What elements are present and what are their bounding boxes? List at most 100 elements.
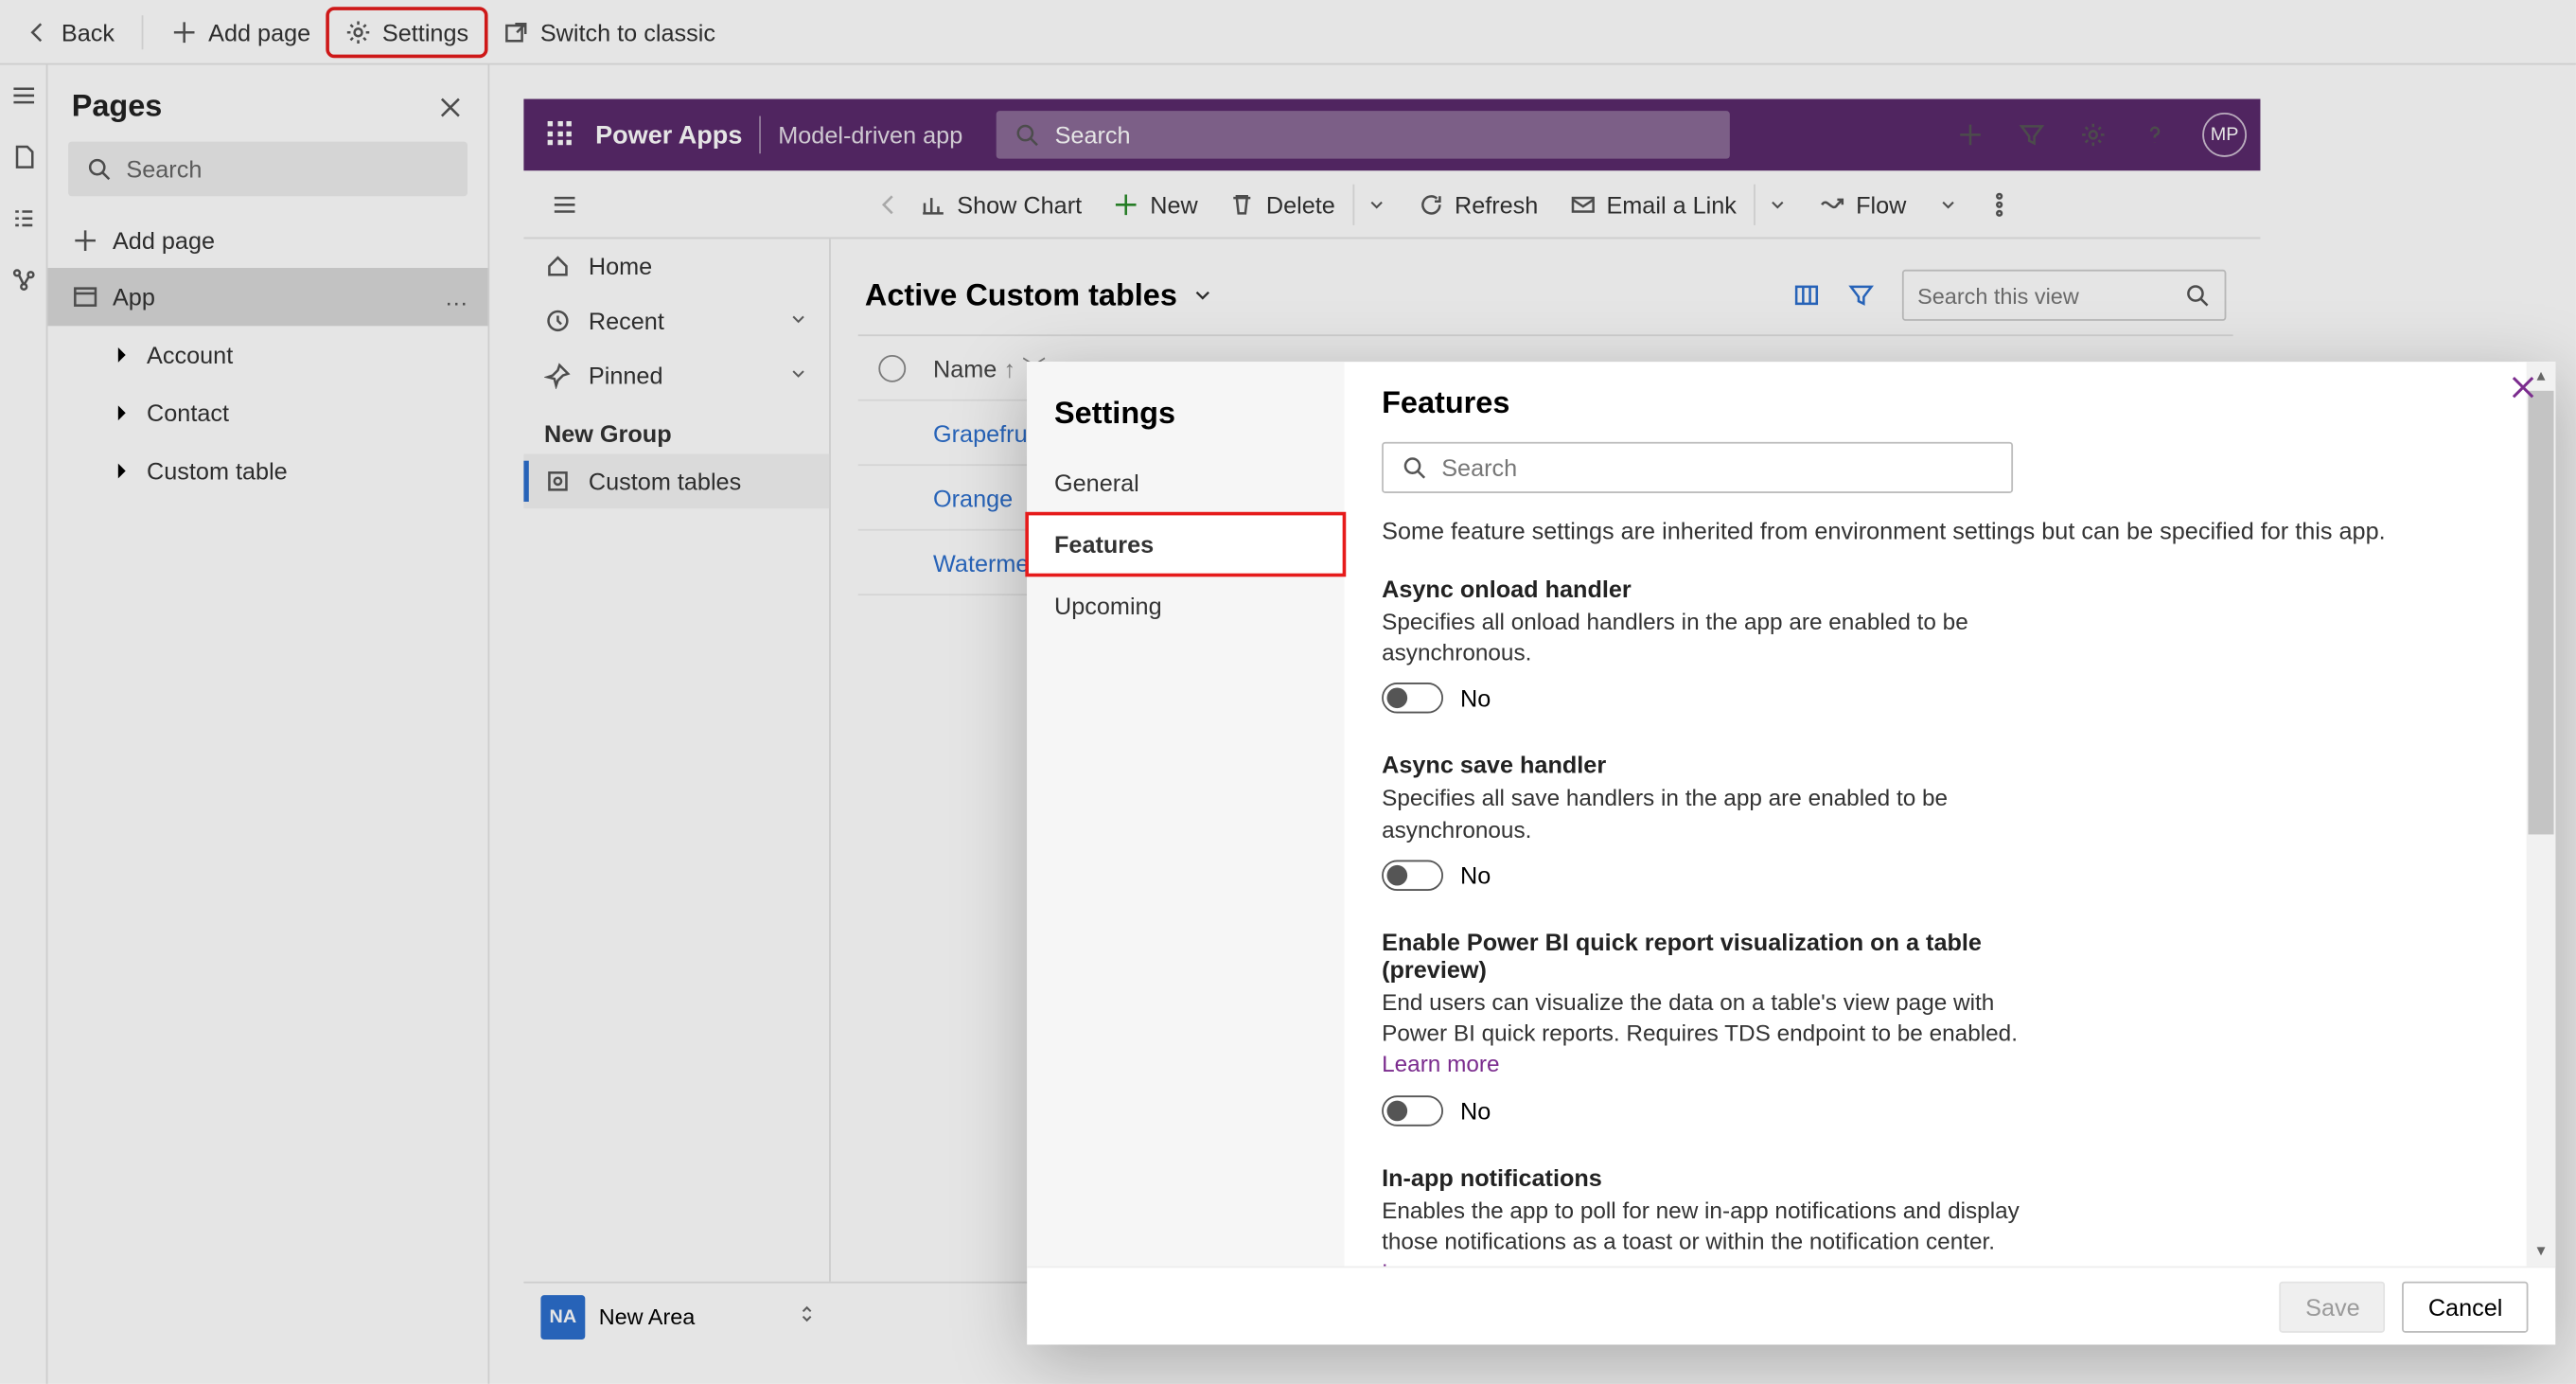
- page-icon[interactable]: [9, 143, 37, 170]
- arrow-left-icon: [24, 18, 51, 45]
- overflow-icon[interactable]: [1985, 190, 2012, 218]
- pages-tree: App Account Contact Custom table: [47, 268, 487, 500]
- learn-more-link[interactable]: Learn more: [1382, 1259, 1499, 1266]
- switch-classic-button[interactable]: Switch to classic: [489, 11, 730, 52]
- flow-split[interactable]: [1923, 184, 1970, 224]
- add-page-label: Add page: [208, 18, 310, 45]
- separator: [142, 14, 144, 48]
- pages-search[interactable]: Search: [68, 142, 468, 197]
- avatar[interactable]: MP: [2202, 113, 2247, 157]
- funnel-icon[interactable]: [1847, 281, 1875, 309]
- hamburger-icon[interactable]: [9, 82, 37, 110]
- tree-node-contact[interactable]: Contact: [47, 384, 487, 442]
- delete-button[interactable]: Delete: [1215, 184, 1349, 224]
- back-button[interactable]: Back: [10, 11, 129, 52]
- view-selector[interactable]: Active Custom tables: [865, 277, 1215, 313]
- waffle-button[interactable]: [538, 111, 585, 158]
- plus-icon: [1113, 190, 1140, 218]
- close-icon[interactable]: [2508, 372, 2527, 411]
- feature-inapp-notifications: In-app notifications Enables the app to …: [1382, 1163, 2030, 1267]
- more-icon[interactable]: [444, 283, 471, 311]
- scrollbar[interactable]: ▴ ▾: [2527, 362, 2556, 1266]
- settings-button[interactable]: Settings: [331, 11, 483, 52]
- toggle-async-save[interactable]: [1382, 860, 1443, 890]
- search-icon: [85, 155, 113, 183]
- hamburger-icon[interactable]: [534, 190, 595, 218]
- add-page-button[interactable]: Add page: [157, 11, 325, 52]
- mail-icon: [1569, 190, 1597, 218]
- updown-icon[interactable]: [797, 1304, 831, 1329]
- new-button[interactable]: New: [1099, 184, 1211, 224]
- app-sitemap: Home Recent Pinned New Group Custom tabl…: [523, 239, 830, 1281]
- scroll-down-icon[interactable]: ▾: [2527, 1237, 2556, 1267]
- edit-columns-icon[interactable]: [1793, 281, 1821, 309]
- app-brand: Power Apps: [595, 120, 742, 150]
- chevron-right-icon: [109, 459, 132, 483]
- tree-label: Account: [147, 342, 233, 369]
- save-button[interactable]: Save: [2280, 1281, 2386, 1332]
- cancel-button[interactable]: Cancel: [2403, 1281, 2529, 1332]
- learn-more-link[interactable]: Learn more: [1382, 1052, 1499, 1077]
- open-icon: [503, 18, 530, 45]
- chevron-down-icon: [788, 362, 809, 389]
- view-search[interactable]: Search this view: [1902, 270, 2226, 321]
- features-intro: Some feature settings are inherited from…: [1382, 517, 2475, 544]
- scroll-thumb[interactable]: [2528, 391, 2553, 835]
- gear-icon[interactable]: [2079, 121, 2107, 149]
- app-subbrand: Model-driven app: [778, 121, 962, 149]
- delete-split[interactable]: [1352, 184, 1400, 224]
- switch-label: Switch to classic: [540, 18, 715, 45]
- features-search[interactable]: Search: [1382, 442, 2013, 493]
- select-all[interactable]: [878, 354, 906, 381]
- plus-icon[interactable]: [1957, 121, 1985, 149]
- tree-app-label: App: [113, 283, 155, 311]
- feature-powerbi: Enable Power BI quick report visualizati…: [1382, 928, 2030, 1125]
- app-search-placeholder: Search: [1055, 121, 1131, 149]
- app-search[interactable]: Search: [997, 111, 1730, 158]
- chevron-right-icon: [109, 343, 132, 366]
- refresh-button[interactable]: Refresh: [1403, 184, 1552, 224]
- flow-button[interactable]: Flow: [1805, 184, 1920, 224]
- tree-node-app[interactable]: App: [47, 268, 487, 326]
- pin-icon: [544, 362, 572, 389]
- help-icon[interactable]: [2141, 121, 2168, 149]
- close-icon[interactable]: [436, 93, 464, 120]
- back-icon[interactable]: [875, 190, 903, 218]
- funnel-icon[interactable]: [2018, 121, 2045, 149]
- list-icon[interactable]: [9, 204, 37, 232]
- nav-group-label: New Group: [523, 402, 829, 453]
- tree-icon[interactable]: [9, 266, 37, 293]
- entity-icon: [544, 468, 572, 495]
- email-split[interactable]: [1754, 184, 1801, 224]
- chart-icon: [920, 190, 947, 218]
- back-label: Back: [62, 18, 115, 45]
- settings-nav-general[interactable]: General: [1027, 452, 1344, 514]
- tree-node-custom[interactable]: Custom table: [47, 442, 487, 500]
- settings-nav-upcoming[interactable]: Upcoming: [1027, 575, 1344, 636]
- settings-nav-features[interactable]: Features: [1027, 514, 1344, 576]
- home-icon: [544, 253, 572, 280]
- show-chart-button[interactable]: Show Chart: [906, 184, 1095, 224]
- toggle-async-onload[interactable]: [1382, 683, 1443, 714]
- search-icon: [1401, 453, 1428, 481]
- app-header: Power Apps Model-driven app Search MP: [523, 99, 2260, 171]
- pages-pane: Pages Search Add page App: [47, 64, 489, 1383]
- toggle-powerbi[interactable]: [1382, 1094, 1443, 1125]
- search-placeholder: Search: [126, 155, 202, 183]
- area-badge: NA: [540, 1294, 585, 1339]
- tree-node-account[interactable]: Account: [47, 326, 487, 383]
- settings-nav-title: Settings: [1027, 389, 1344, 452]
- designer-toolbar: Back Add page Settings Switch to classic: [0, 0, 2576, 64]
- add-page-text: Add page: [113, 227, 215, 255]
- nav-home[interactable]: Home: [523, 239, 829, 293]
- separator: [759, 116, 761, 154]
- email-link-button[interactable]: Email a Link: [1555, 184, 1750, 224]
- search-icon: [2183, 281, 2211, 309]
- area-switcher[interactable]: New Area: [599, 1304, 696, 1329]
- nav-pinned[interactable]: Pinned: [523, 348, 829, 403]
- plus-icon: [72, 227, 99, 255]
- search-icon: [1014, 121, 1041, 149]
- pages-add-page[interactable]: Add page: [47, 213, 487, 268]
- nav-recent[interactable]: Recent: [523, 293, 829, 348]
- nav-custom-tables[interactable]: Custom tables: [523, 453, 829, 508]
